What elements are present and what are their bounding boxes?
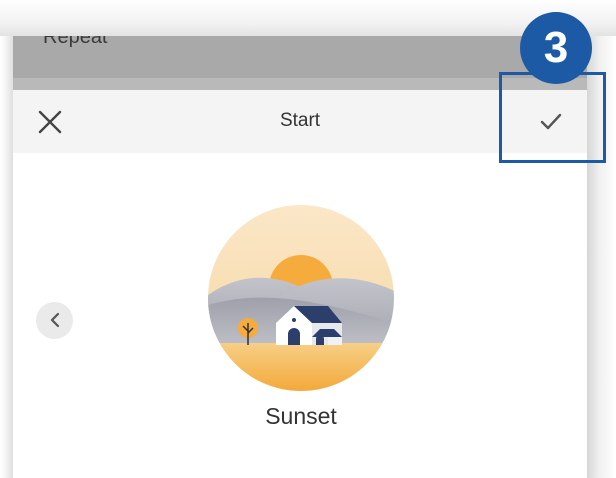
step-badge: 3: [520, 12, 592, 84]
scene-name: Sunset: [265, 403, 337, 429]
sunset-illustration: [208, 205, 394, 391]
annotation-highlight-box: [499, 72, 606, 163]
previous-scene-button[interactable]: [36, 302, 73, 339]
background-panel-label: Repeat: [43, 36, 108, 48]
chevron-left-icon: [50, 312, 60, 328]
left-edge-shadow: [0, 36, 13, 478]
